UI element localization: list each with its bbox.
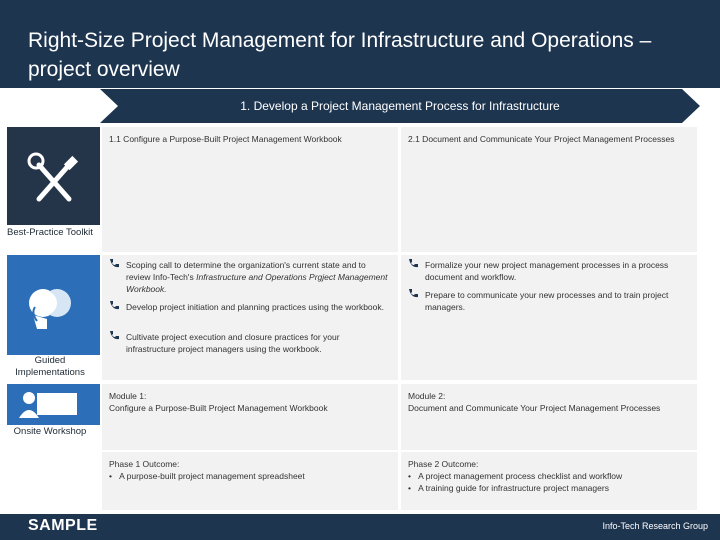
phase2-outcome-text: Phase 2 Outcome: • A project management … <box>408 458 689 494</box>
phone-icon <box>110 331 119 340</box>
page-title: Right-Size Project Management for Infras… <box>28 29 652 81</box>
guided-phase1-item: Cultivate project execution and closure … <box>126 332 340 354</box>
guided-phase1-cell: Scoping call to determine the organizati… <box>102 255 398 380</box>
phase2-outcome-cell: Phase 2 Outcome: • A project management … <box>401 452 697 510</box>
guided-label: Guided Implementations <box>0 355 100 379</box>
toolkit-phase1-cell: 1.1 Configure a Purpose-Built Project Ma… <box>102 127 398 252</box>
phone-icon <box>409 259 418 268</box>
onsite-label: Onsite Workshop <box>0 426 100 438</box>
banner-label: 1. Develop a Project Management Process … <box>240 99 560 113</box>
presenter-icon <box>19 392 77 418</box>
brand-label: Info-Tech Research Group <box>602 521 708 531</box>
phone-icon <box>110 259 119 268</box>
module1-body: Configure a Purpose-Built Project Manage… <box>109 403 328 413</box>
module2-body: Document and Communicate Your Project Ma… <box>408 403 661 413</box>
guided-icon-tile <box>7 255 100 355</box>
toolkit-phase2-cell: 2.1 Document and Communicate Your Projec… <box>401 127 697 252</box>
guided-phase1-item: Develop project initiation and planning … <box>126 302 384 312</box>
phase2-outcome-item-text: A training guide for infrastructure proj… <box>418 483 609 493</box>
phone-icon <box>409 289 418 298</box>
phase1-outcome-heading: Phase 1 Outcome: <box>109 459 180 469</box>
phase2-outcome-item-text: A project management process checklist a… <box>418 471 623 481</box>
guided-phase2-item: Formalize your new project management pr… <box>425 260 669 282</box>
phase1-outcome-text: Phase 1 Outcome: • A purpose-built proje… <box>109 458 390 482</box>
guided-phase2-cell: Formalize your new project management pr… <box>401 255 697 380</box>
phase1-outcome-item-text: A purpose-built project management sprea… <box>119 471 305 481</box>
heads-icon <box>29 289 71 329</box>
tools-icon <box>27 152 79 202</box>
toolkit-phase1-text: 1.1 Configure a Purpose-Built Project Ma… <box>109 134 342 144</box>
guided-phase1-item: Scoping call to determine the organizati… <box>126 259 388 295</box>
phase1-outcome-item: • A purpose-built project management spr… <box>109 471 305 481</box>
toolkit-phase2-text: 2.1 Document and Communicate Your Projec… <box>408 134 675 144</box>
toolkit-icon-tile <box>7 127 100 225</box>
onsite-icon-tile <box>7 384 100 425</box>
phase2-outcome-item: • A project management process checklist… <box>408 471 623 481</box>
module1-heading: Module 1: <box>109 391 147 401</box>
phase-banner: 1. Develop a Project Management Process … <box>100 89 700 123</box>
onsite-module1-text: Module 1: Configure a Purpose-Built Proj… <box>109 390 390 414</box>
phase2-outcome-item: • A training guide for infrastructure pr… <box>408 483 609 493</box>
onsite-module2-text: Module 2: Document and Communicate Your … <box>408 390 689 414</box>
toolkit-label: Best-Practice Toolkit <box>0 227 100 239</box>
module2-heading: Module 2: <box>408 391 446 401</box>
onsite-module1-cell: Module 1: Configure a Purpose-Built Proj… <box>102 384 398 450</box>
guided-phase2-item: Prepare to communicate your new processe… <box>425 290 669 312</box>
sample-label: SAMPLE <box>28 517 98 534</box>
phase1-outcome-cell: Phase 1 Outcome: • A purpose-built proje… <box>102 452 398 510</box>
phase2-outcome-heading: Phase 2 Outcome: <box>408 459 479 469</box>
phone-icon <box>110 301 119 310</box>
onsite-module2-cell: Module 2: Document and Communicate Your … <box>401 384 697 450</box>
